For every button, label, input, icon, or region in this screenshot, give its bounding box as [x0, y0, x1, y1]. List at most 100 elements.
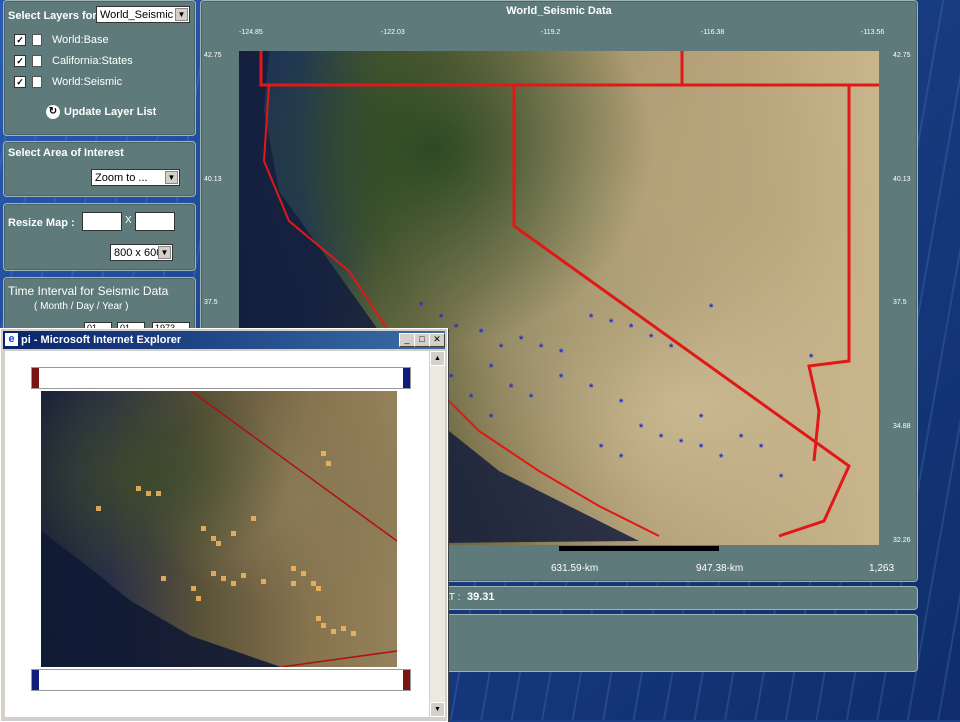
layer-row-base: ✓ World:Base — [14, 33, 109, 47]
timeline-handle-left[interactable] — [32, 670, 39, 690]
close-button[interactable]: ✕ — [429, 333, 445, 347]
layer-label: World:Base — [52, 34, 109, 46]
area-panel: Select Area of Interest Zoom to ... ▼ — [3, 141, 196, 197]
layer-checkbox-base[interactable]: ✓ — [14, 34, 26, 46]
layers-panel-title: Select Layers for — [8, 10, 97, 22]
layer-checkbox-seismic[interactable]: ✓ — [14, 76, 26, 88]
chevron-down-icon[interactable]: ▼ — [158, 246, 171, 259]
quake-marker: * — [669, 342, 674, 354]
ie-title-bar[interactable]: e pi - Microsoft Internet Explorer — [3, 331, 445, 349]
minimize-button[interactable]: _ — [399, 333, 415, 347]
heat-marker — [316, 586, 321, 591]
lon-tick: -119.2 — [541, 29, 561, 36]
quake-marker: * — [699, 412, 704, 424]
timeline-handle-right[interactable] — [403, 670, 410, 690]
heat-marker — [261, 579, 266, 584]
quake-marker: * — [699, 442, 704, 454]
maximize-button[interactable]: □ — [414, 333, 430, 347]
heat-marker — [211, 536, 216, 541]
lon-tick: -116.38 — [701, 29, 725, 36]
lat-tick-right: 32.26 — [893, 537, 911, 544]
quake-marker: * — [629, 322, 634, 334]
quake-marker: * — [639, 422, 644, 434]
ie-scrollbar[interactable]: ▲ ▼ — [430, 351, 445, 717]
quake-marker: * — [489, 412, 494, 424]
state-boundary — [259, 51, 879, 87]
quake-marker: * — [519, 334, 524, 346]
layer-info-icon[interactable] — [32, 76, 42, 88]
quake-marker: * — [439, 312, 444, 324]
time-panel-title: Time Interval for Seismic Data — [8, 284, 169, 298]
zoom-select[interactable]: Zoom to ... ▼ — [91, 169, 180, 186]
lat-tick-left: 37.5 — [204, 299, 218, 306]
layer-info-icon[interactable] — [32, 34, 42, 46]
heat-marker — [161, 576, 166, 581]
heat-marker — [221, 576, 226, 581]
mini-map[interactable] — [41, 391, 397, 667]
layer-label: World:Seismic — [52, 76, 123, 88]
heat-marker — [216, 541, 221, 546]
scroll-down-button[interactable]: ▼ — [430, 702, 445, 717]
quake-marker: * — [499, 342, 504, 354]
quake-marker: * — [719, 452, 724, 464]
size-select-value: 800 x 600 — [114, 247, 163, 259]
heat-marker — [201, 526, 206, 531]
update-layer-button[interactable]: ↻ Update Layer List — [46, 105, 156, 119]
timeline-top[interactable] — [31, 367, 411, 389]
heat-marker — [301, 571, 306, 576]
quake-marker: * — [449, 372, 454, 384]
lon-tick: -113.56 — [861, 29, 885, 36]
layer-checkbox-states[interactable]: ✓ — [14, 55, 26, 67]
layer-label: California:States — [52, 55, 133, 67]
quake-marker: * — [709, 302, 714, 314]
layer-row-seismic: ✓ World:Seismic — [14, 75, 122, 89]
quake-marker: * — [809, 352, 814, 364]
mini-boundary — [190, 391, 397, 542]
heat-marker — [191, 586, 196, 591]
scale-bar — [559, 546, 719, 551]
mini-map-overlay — [41, 391, 397, 667]
heat-marker — [316, 616, 321, 621]
ie-window-title: pi - Microsoft Internet Explorer — [21, 334, 182, 346]
timeline-handle-right[interactable] — [403, 368, 410, 388]
coord-value: 39.31 — [467, 591, 495, 603]
quake-marker: * — [739, 432, 744, 444]
heat-marker — [321, 623, 326, 628]
state-boundary — [512, 85, 851, 538]
heat-marker — [241, 573, 246, 578]
ie-popup-window[interactable]: e pi - Microsoft Internet Explorer _ □ ✕… — [0, 328, 448, 722]
heat-marker — [156, 491, 161, 496]
quake-marker: * — [419, 300, 424, 312]
size-select[interactable]: 800 x 600 ▼ — [110, 244, 173, 261]
quake-marker: * — [489, 362, 494, 374]
heat-marker — [291, 566, 296, 571]
quake-marker: * — [619, 397, 624, 409]
lat-tick-left: 42.75 — [204, 52, 222, 59]
heat-marker — [341, 626, 346, 631]
heat-marker — [231, 581, 236, 586]
layer-row-states: ✓ California:States — [14, 54, 133, 68]
scale-label: 1,263 — [869, 563, 895, 574]
heat-marker — [251, 516, 256, 521]
quake-marker: * — [539, 342, 544, 354]
map-title: World_Seismic Data — [506, 5, 612, 17]
quake-marker: * — [619, 452, 624, 464]
heat-marker — [326, 461, 331, 466]
chevron-down-icon[interactable]: ▼ — [165, 171, 178, 184]
heat-marker — [311, 581, 316, 586]
timeline-bottom[interactable] — [31, 669, 411, 691]
timeline-handle-left[interactable] — [32, 368, 39, 388]
scroll-up-button[interactable]: ▲ — [430, 351, 445, 366]
heat-marker — [146, 491, 151, 496]
height-input[interactable] — [135, 212, 175, 231]
quake-marker: * — [759, 442, 764, 454]
width-input[interactable] — [82, 212, 122, 231]
quake-marker: * — [454, 322, 459, 334]
mini-ocean — [41, 531, 281, 667]
area-panel-title: Select Area of Interest — [8, 147, 124, 159]
layer-info-icon[interactable] — [32, 55, 42, 67]
chevron-down-icon[interactable]: ▼ — [175, 8, 188, 21]
service-select[interactable]: World_Seismic ▼ — [96, 6, 190, 23]
quake-marker: * — [589, 312, 594, 324]
size-separator: X — [125, 215, 132, 226]
